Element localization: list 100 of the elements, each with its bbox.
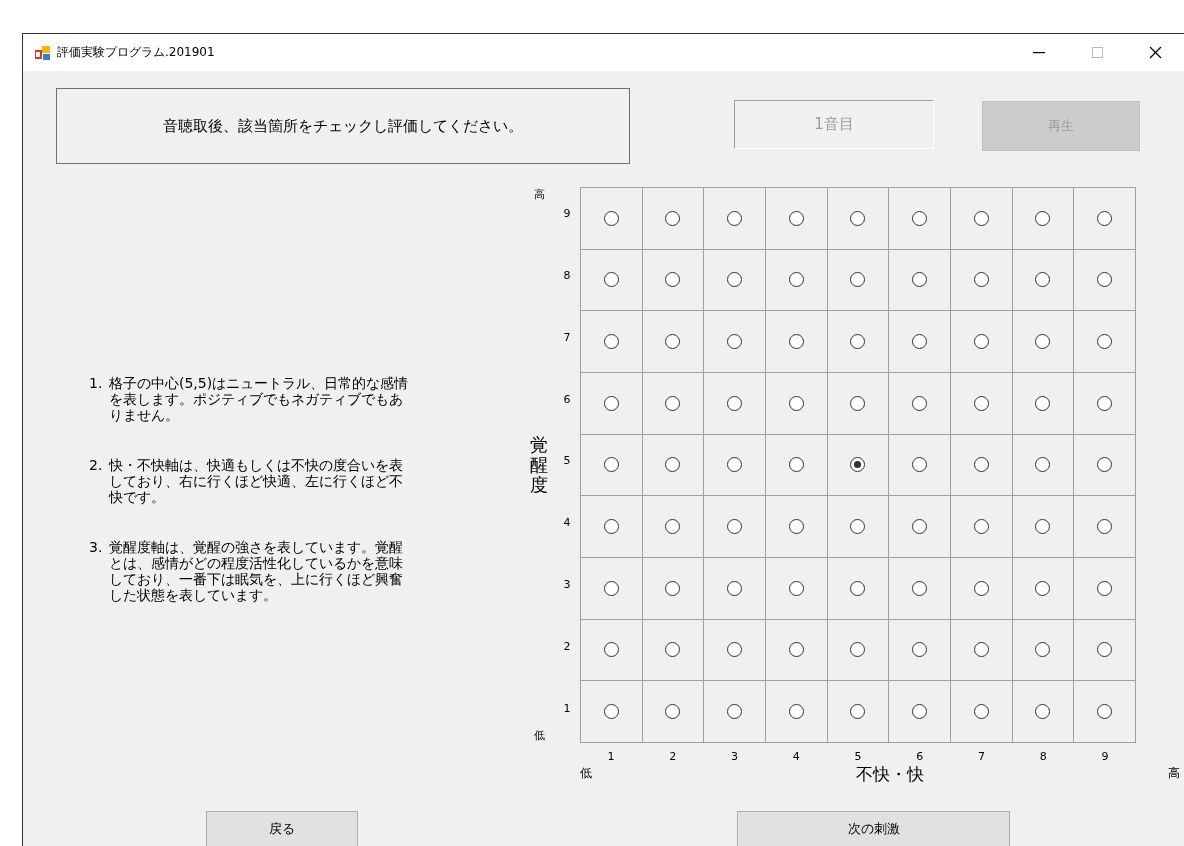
radio-button[interactable]	[1035, 395, 1051, 411]
radio-button[interactable]	[1035, 580, 1051, 596]
radio-button[interactable]	[850, 210, 866, 226]
radio-button[interactable]	[727, 519, 743, 535]
column-number: 3	[729, 750, 739, 763]
radio-button[interactable]	[603, 395, 619, 411]
column-number: 7	[977, 750, 987, 763]
radio-button[interactable]	[912, 580, 928, 596]
radio-button[interactable]	[1097, 272, 1113, 288]
radio-button[interactable]	[665, 395, 681, 411]
radio-button[interactable]	[603, 210, 619, 226]
radio-button[interactable]	[912, 519, 928, 535]
radio-button[interactable]	[850, 580, 866, 596]
radio-button[interactable]	[665, 642, 681, 658]
radio-button[interactable]	[912, 395, 928, 411]
radio-button[interactable]	[665, 580, 681, 596]
radio-button[interactable]	[850, 704, 866, 720]
radio-button[interactable]	[603, 519, 619, 535]
x-high-label: 高	[1168, 765, 1180, 782]
radio-button[interactable]	[1097, 457, 1113, 473]
radio-button[interactable]	[1035, 519, 1051, 535]
radio-button[interactable]	[603, 704, 619, 720]
radio-button[interactable]	[1035, 272, 1051, 288]
radio-button[interactable]	[788, 457, 804, 473]
radio-button[interactable]	[850, 395, 866, 411]
radio-button[interactable]	[603, 642, 619, 658]
radio-button[interactable]	[1097, 334, 1113, 350]
window-title: 評価実験プログラム.201901	[57, 44, 216, 61]
radio-button[interactable]	[727, 210, 743, 226]
radio-button[interactable]	[603, 580, 619, 596]
radio-button[interactable]	[727, 334, 743, 350]
row-number: 6	[562, 391, 572, 408]
radio-button[interactable]	[1035, 334, 1051, 350]
column-number: 4	[791, 750, 801, 763]
radio-button[interactable]	[665, 704, 681, 720]
radio-button[interactable]	[1035, 704, 1051, 720]
radio-button[interactable]	[665, 457, 681, 473]
radio-button[interactable]	[727, 395, 743, 411]
radio-button[interactable]	[973, 395, 989, 411]
radio-button[interactable]	[788, 580, 804, 596]
radio-button[interactable]	[1035, 210, 1051, 226]
radio-button[interactable]	[603, 457, 619, 473]
note-number: 2.	[89, 457, 104, 475]
radio-button[interactable]	[973, 334, 989, 350]
radio-button[interactable]	[788, 395, 804, 411]
radio-button[interactable]	[788, 642, 804, 658]
radio-button[interactable]	[665, 519, 681, 535]
radio-button[interactable]	[1097, 580, 1113, 596]
radio-button[interactable]	[850, 272, 866, 288]
radio-button[interactable]	[788, 519, 804, 535]
row-number: 2	[562, 638, 572, 655]
x-axis-title: 不快・快	[856, 763, 924, 786]
radio-button[interactable]	[912, 704, 928, 720]
radio-button[interactable]	[727, 272, 743, 288]
radio-button[interactable]	[1097, 704, 1113, 720]
column-number: 6	[915, 750, 925, 763]
app-icon	[35, 45, 51, 60]
next-button[interactable]: 次の刺激	[737, 811, 1010, 846]
radio-button[interactable]	[912, 334, 928, 350]
column-number: 9	[1100, 750, 1110, 763]
radio-button[interactable]	[973, 642, 989, 658]
radio-button[interactable]	[1035, 642, 1051, 658]
radio-button[interactable]	[788, 704, 804, 720]
radio-button[interactable]	[912, 272, 928, 288]
radio-button[interactable]	[665, 272, 681, 288]
radio-button[interactable]	[912, 210, 928, 226]
radio-button[interactable]	[727, 642, 743, 658]
radio-button[interactable]	[788, 272, 804, 288]
radio-button[interactable]	[665, 210, 681, 226]
radio-button[interactable]	[850, 519, 866, 535]
radio-button[interactable]	[973, 704, 989, 720]
radio-button[interactable]	[1035, 457, 1051, 473]
radio-button[interactable]	[850, 334, 866, 350]
radio-button[interactable]	[603, 334, 619, 350]
radio-button[interactable]	[1097, 395, 1113, 411]
radio-button[interactable]	[1097, 642, 1113, 658]
radio-button[interactable]	[788, 334, 804, 350]
radio-button[interactable]	[973, 210, 989, 226]
radio-button[interactable]	[973, 457, 989, 473]
radio-button[interactable]	[665, 334, 681, 350]
radio-button[interactable]	[727, 580, 743, 596]
radio-button[interactable]	[850, 457, 866, 473]
radio-button[interactable]	[1097, 210, 1113, 226]
row-number: 4	[562, 515, 572, 532]
close-icon	[1148, 46, 1162, 59]
x-low-label: 低	[580, 765, 592, 782]
radio-button[interactable]	[1097, 519, 1113, 535]
radio-button[interactable]	[788, 210, 804, 226]
radio-button[interactable]	[973, 519, 989, 535]
radio-button[interactable]	[973, 580, 989, 596]
radio-button[interactable]	[912, 642, 928, 658]
back-button[interactable]: 戻る	[206, 811, 358, 846]
minimize-icon	[1033, 51, 1045, 54]
radio-button[interactable]	[850, 642, 866, 658]
row-number: 1	[562, 700, 572, 717]
radio-button[interactable]	[727, 704, 743, 720]
radio-button[interactable]	[727, 457, 743, 473]
radio-button[interactable]	[603, 272, 619, 288]
radio-button[interactable]	[912, 457, 928, 473]
radio-button[interactable]	[973, 272, 989, 288]
